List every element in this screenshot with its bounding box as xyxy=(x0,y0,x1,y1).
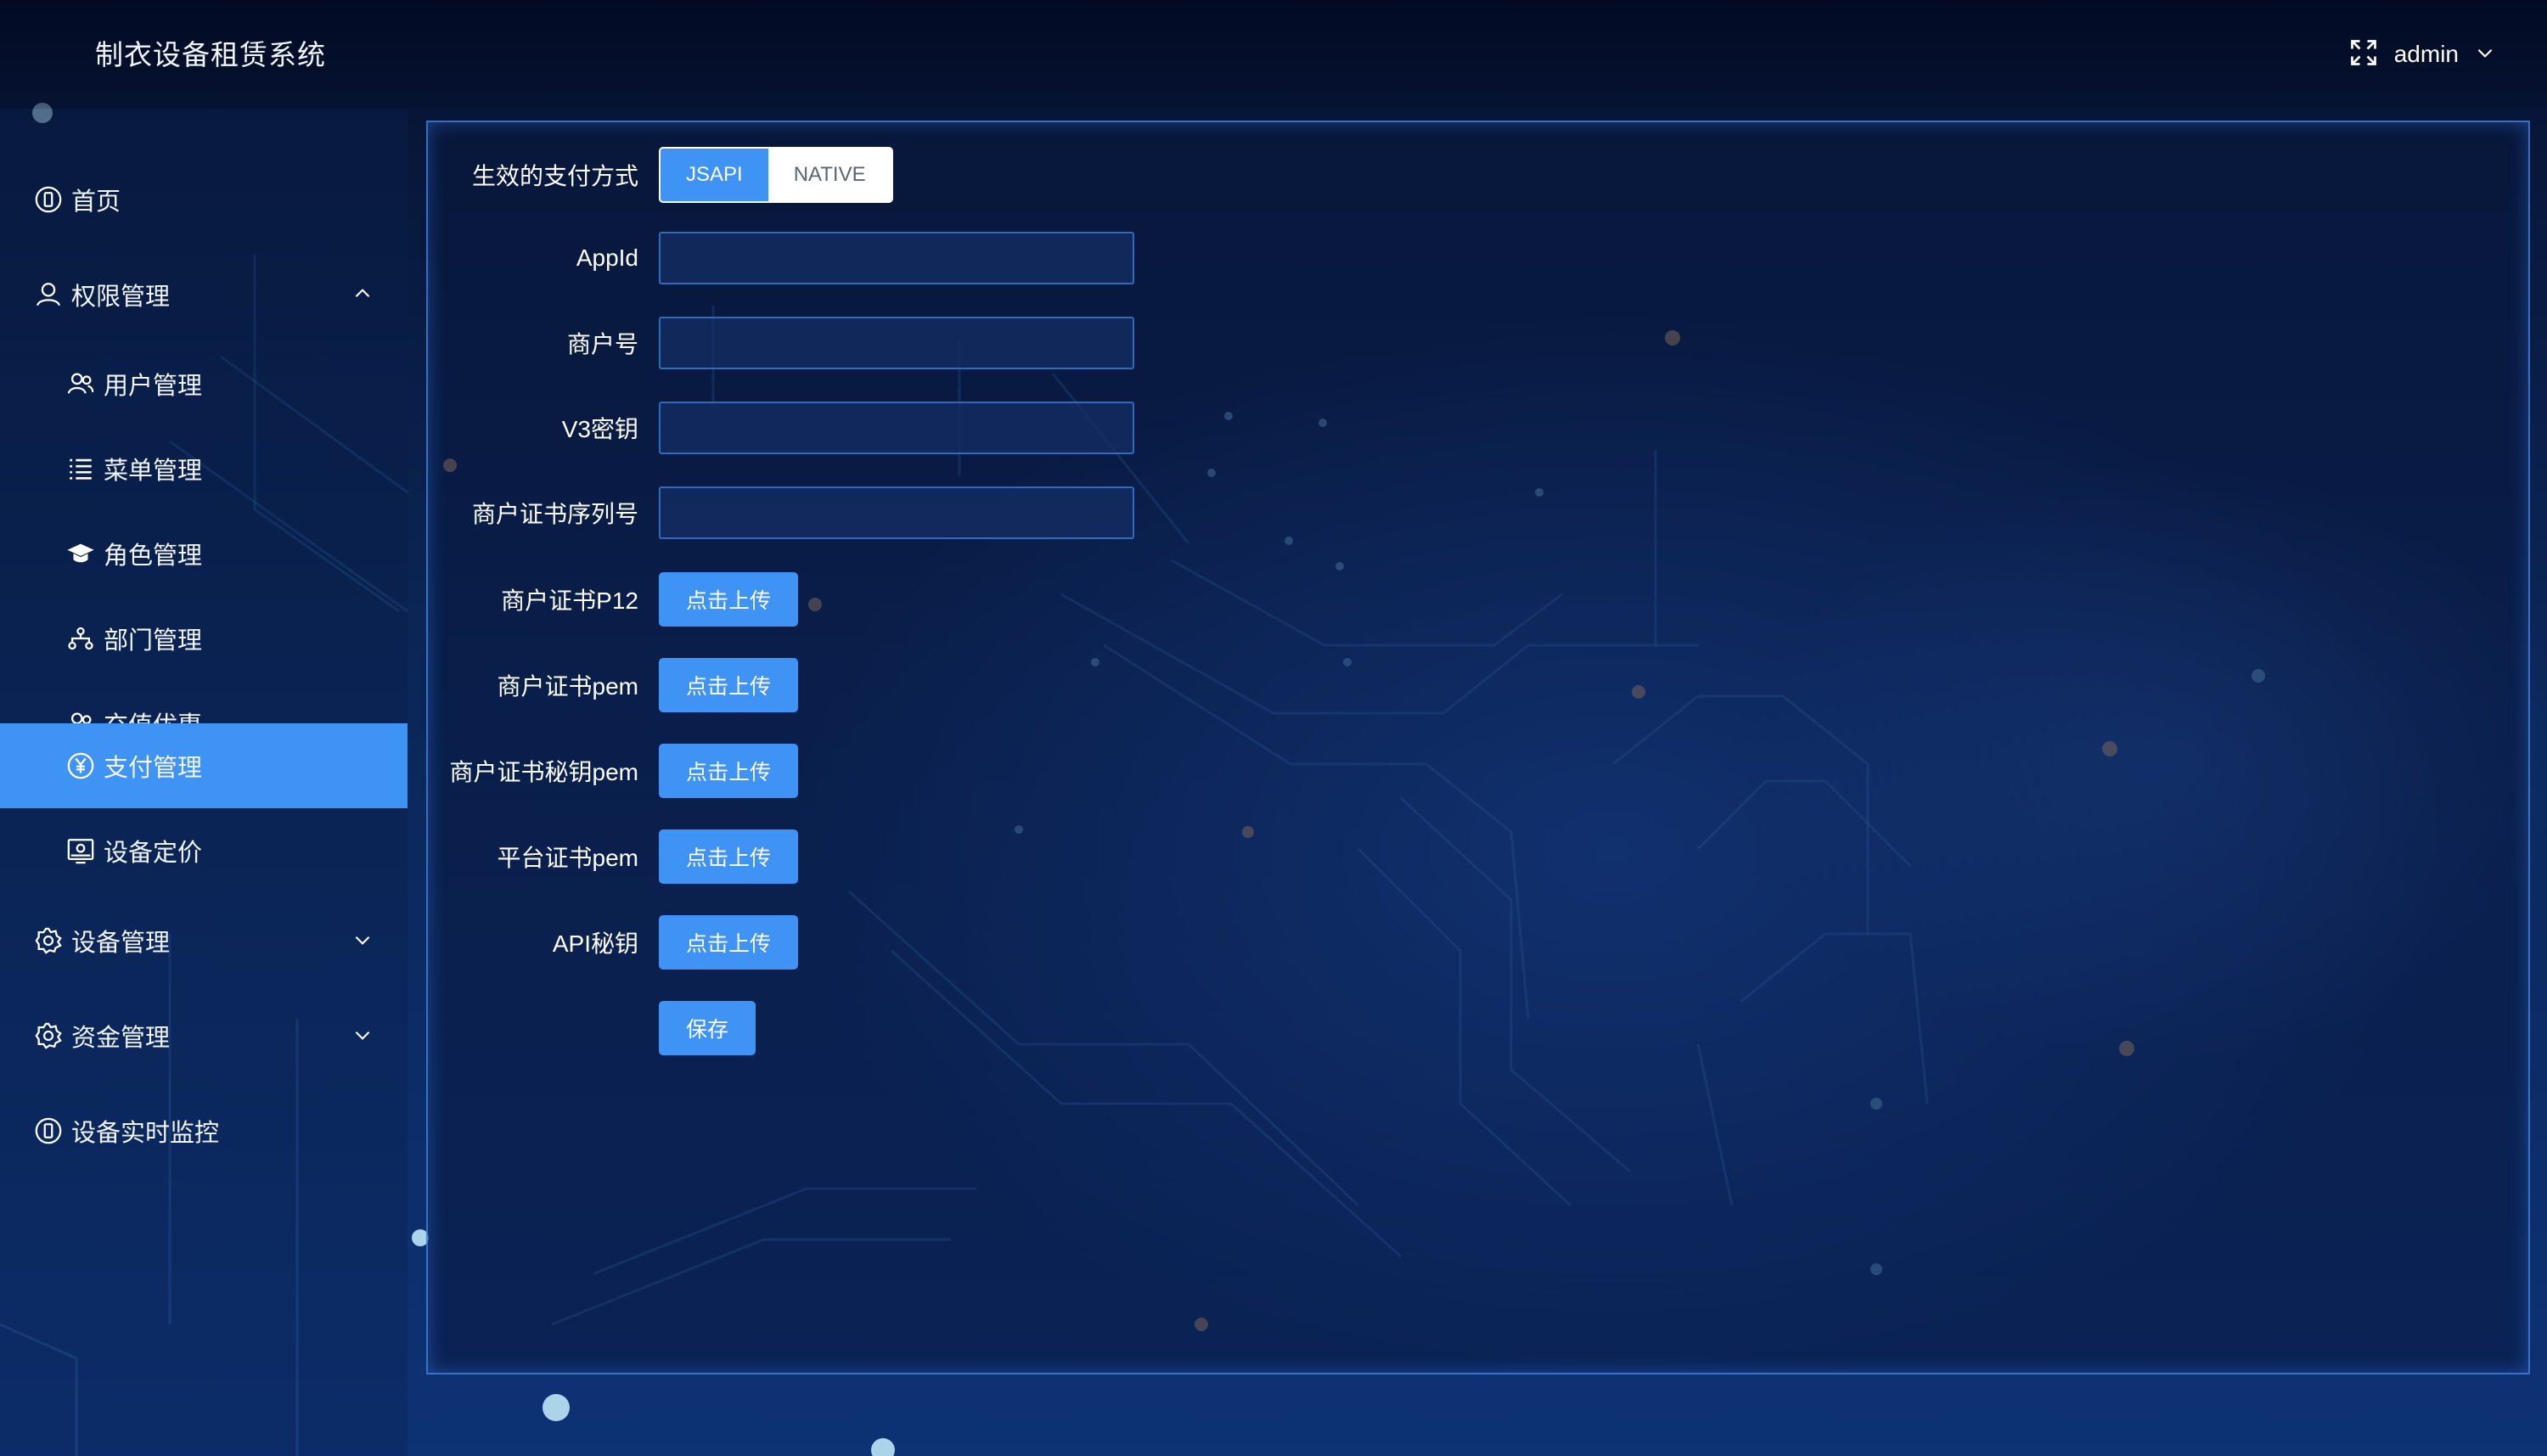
cert-serial-label: 商户证书序列号 xyxy=(471,501,638,527)
chevron-down-icon xyxy=(351,1024,374,1046)
chevron-up-icon xyxy=(351,283,374,305)
gear-icon xyxy=(34,1021,63,1050)
platform-cert-pem-label: 平台证书pem xyxy=(497,845,638,871)
pay-mode-segmented: JSAPI NATIVE xyxy=(659,147,893,203)
sidebar-item-label: 角色管理 xyxy=(104,542,203,570)
sidebar-item-pricing[interactable]: 设备定价 xyxy=(0,808,408,893)
sidebar-item-departments[interactable]: 部门管理 xyxy=(0,596,408,681)
form-row-pay-mode: 生效的支付方式 JSAPI NATIVE xyxy=(428,147,1277,203)
merchant-id-label: 商户号 xyxy=(566,331,638,357)
cert-serial-input[interactable] xyxy=(659,486,1134,539)
phone-icon xyxy=(34,185,63,214)
user-icon xyxy=(34,280,63,309)
form-row-api-key: API秘钥 点击上传 xyxy=(428,915,1277,970)
users-icon xyxy=(66,369,95,398)
sidebar: 首页 权限管理 用户管理 菜单管理 角色管理 部门管理 支付管理 设备定价 设备… xyxy=(0,109,408,1456)
sidebar-item-label: 菜单管理 xyxy=(104,458,203,485)
chevron-down-icon[interactable] xyxy=(2474,42,2496,68)
cert-pem-upload-button[interactable]: 点击上传 xyxy=(659,658,799,712)
v3-key-label: V3密钥 xyxy=(561,416,638,442)
sidebar-item-menus[interactable]: 菜单管理 xyxy=(0,426,408,511)
form-row-cert-serial: 商户证书序列号 xyxy=(428,486,1277,540)
api-key-upload-button[interactable]: 点击上传 xyxy=(659,915,799,970)
cert-pem-label: 商户证书pem xyxy=(497,673,638,700)
sidebar-item-users[interactable]: 用户管理 xyxy=(0,341,408,426)
pay-mode-label: 生效的支付方式 xyxy=(471,163,638,189)
payment-settings-panel: 生效的支付方式 JSAPI NATIVE AppId 商户号 V3密钥 商户证书… xyxy=(426,121,2530,1374)
yen-icon xyxy=(66,751,95,780)
app-title: 制衣设备租赁系统 xyxy=(95,39,326,70)
top-header: 制衣设备租赁系统 admin xyxy=(0,0,2547,109)
save-button[interactable]: 保存 xyxy=(659,1001,756,1055)
list-icon xyxy=(66,454,95,483)
sidebar-item-devices[interactable]: 设备管理 xyxy=(0,898,408,983)
gear-icon xyxy=(34,926,63,955)
api-key-label: API秘钥 xyxy=(552,930,638,957)
monitor-icon xyxy=(66,836,95,865)
pay-mode-native-button[interactable]: NATIVE xyxy=(767,149,891,201)
cert-p12-label: 商户证书P12 xyxy=(501,587,638,614)
fullscreen-icon[interactable] xyxy=(2348,37,2379,72)
form-row-save: 保存 xyxy=(428,1001,1277,1055)
header-right: admin xyxy=(2348,34,2496,75)
org-chart-icon xyxy=(66,624,95,653)
form-row-cert-key-pem: 商户证书秘钥pem 点击上传 xyxy=(428,744,1277,798)
platform-cert-pem-upload-button[interactable]: 点击上传 xyxy=(659,829,799,884)
form-row-appid: AppId xyxy=(428,231,1277,285)
phone-icon xyxy=(34,1116,63,1145)
cert-key-pem-label: 商户证书秘钥pem xyxy=(449,759,638,785)
sidebar-item-label: 权限管理 xyxy=(71,284,171,311)
appid-label: AppId xyxy=(576,245,638,271)
sidebar-item-label: 用户管理 xyxy=(104,373,203,400)
chevron-down-icon xyxy=(351,929,374,951)
form-row-cert-p12: 商户证书P12 点击上传 xyxy=(428,572,1277,627)
sidebar-item-label: 设备实时监控 xyxy=(71,1120,220,1147)
merchant-id-input[interactable] xyxy=(659,317,1134,369)
user-name[interactable]: admin xyxy=(2394,41,2459,68)
sidebar-item-label: 部门管理 xyxy=(104,627,203,655)
sidebar-item-funds[interactable]: 资金管理 xyxy=(0,993,408,1078)
form-row-v3-key: V3密钥 xyxy=(428,401,1277,455)
sidebar-item-label: 设备定价 xyxy=(104,840,203,867)
sidebar-item-label: 设备管理 xyxy=(71,930,171,957)
cert-key-pem-upload-button[interactable]: 点击上传 xyxy=(659,744,799,798)
form-row-platform-cert-pem: 平台证书pem 点击上传 xyxy=(428,829,1277,884)
sidebar-item-monitor[interactable]: 设备实时监控 xyxy=(0,1088,408,1173)
sidebar-item-label: 首页 xyxy=(71,188,121,216)
sidebar-item-home[interactable]: 首页 xyxy=(0,157,408,242)
sidebar-item-permission[interactable]: 权限管理 xyxy=(0,252,408,337)
form-row-merchant-id: 商户号 xyxy=(428,316,1277,370)
sidebar-item-label: 支付管理 xyxy=(104,755,203,782)
sidebar-item-roles[interactable]: 角色管理 xyxy=(0,511,408,596)
graduation-cap-icon xyxy=(66,539,95,568)
v3-key-input[interactable] xyxy=(659,402,1134,454)
pay-mode-jsapi-button[interactable]: JSAPI xyxy=(661,149,768,201)
sidebar-item-label: 资金管理 xyxy=(71,1025,171,1052)
sidebar-item-payment[interactable]: 支付管理 xyxy=(0,723,408,808)
form-row-cert-pem: 商户证书pem 点击上传 xyxy=(428,658,1277,712)
appid-input[interactable] xyxy=(659,232,1134,284)
cert-p12-upload-button[interactable]: 点击上传 xyxy=(659,572,799,627)
